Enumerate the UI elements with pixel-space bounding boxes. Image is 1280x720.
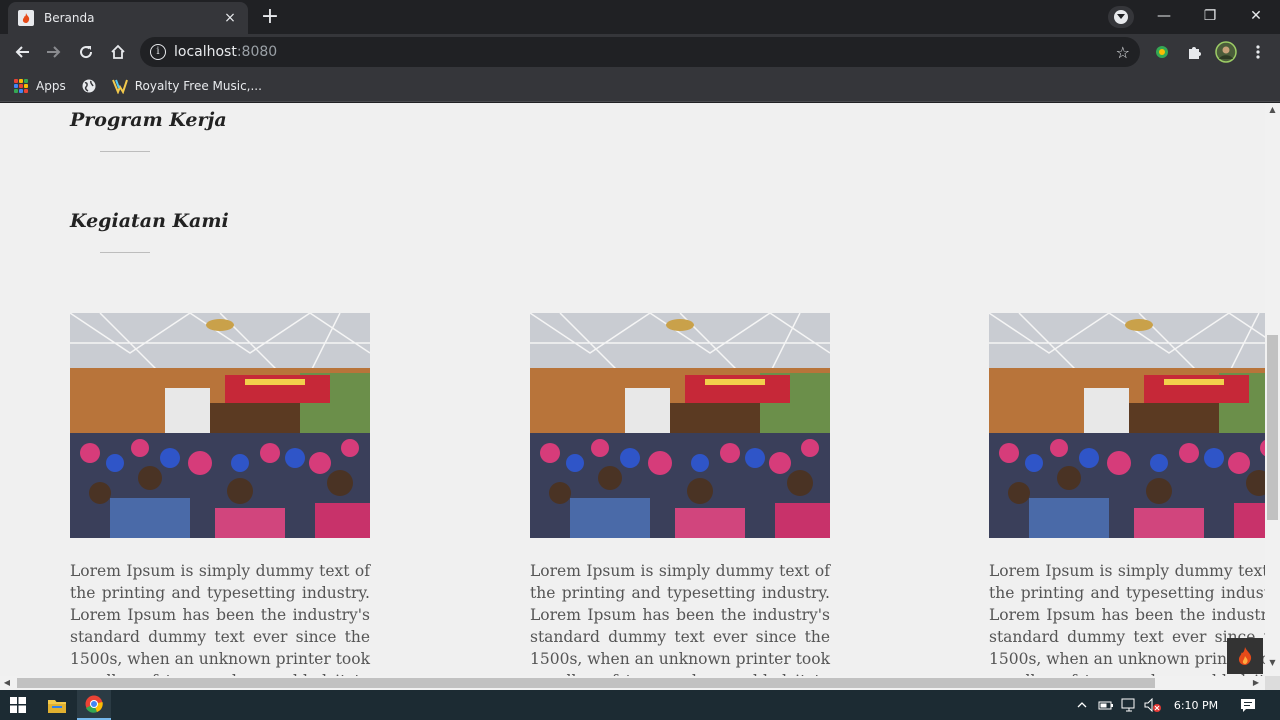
scroll-up-arrow-icon[interactable]: ▲ [1265,103,1280,117]
url-port: :8080 [236,44,278,60]
battery-tray-icon[interactable] [1096,690,1116,720]
bookmarks-bar: Apps Royalty Free Music,... [0,70,1280,102]
action-center-button[interactable] [1234,690,1262,720]
home-button[interactable] [104,39,132,65]
activity-description: Lorem Ipsum is simply dummy text of the … [530,562,830,676]
scroll-right-arrow-icon[interactable]: ▶ [1249,676,1263,690]
avatar [1215,41,1237,63]
tab-search-button[interactable] [1108,6,1134,28]
puzzle-icon [1189,47,1201,59]
bookmark-apps[interactable]: Apps [14,78,66,93]
activity-description: Lorem Ipsum is simply dummy text of the … [989,562,1265,676]
back-button[interactable] [8,39,36,65]
bookmark-label: Apps [36,78,66,93]
section-divider [100,151,150,152]
scroll-left-arrow-icon[interactable]: ◀ [0,676,14,690]
file-explorer-taskbar-button[interactable] [40,690,74,720]
globe-icon [82,79,96,92]
scrollbar-corner [1265,676,1280,690]
site-info-icon[interactable]: i [150,44,166,60]
chrome-taskbar-button[interactable] [77,690,111,720]
chevron-up-icon [1077,702,1087,708]
bookmark-globe[interactable] [82,79,96,93]
volume-muted-icon [1144,698,1161,712]
activity-card: Lorem Ipsum is simply dummy text of the … [70,313,370,676]
tab-title: Beranda [44,11,95,25]
back-to-top-button[interactable] [1227,638,1263,674]
activity-photo[interactable] [530,313,830,538]
section-title-kegiatan-kami: Kegiatan Kami [70,210,229,232]
new-tab-button[interactable]: + [256,4,284,32]
apps-grid-icon [14,78,28,93]
bookmark-label: Royalty Free Music,... [134,78,262,93]
activity-photo[interactable] [989,313,1265,538]
arrow-right-icon [47,46,61,58]
clock[interactable]: 6:10 PM [1168,690,1224,720]
browser-toolbar: i localhost:8080 ☆ [0,34,1280,70]
activity-card: Lorem Ipsum is simply dummy text of the … [989,313,1265,676]
start-button[interactable] [0,690,36,720]
browser-tab-strip: Beranda × + — ❐ ✕ [0,0,1280,34]
bookmark-star-icon[interactable]: ☆ [1116,43,1130,62]
url-host: localhost [174,44,237,60]
site-favicon-icon [18,10,34,26]
arrow-left-icon [15,46,29,58]
reload-icon [80,46,93,59]
vertical-scrollbar-thumb[interactable] [1267,335,1278,520]
horizontal-scrollbar-thumb[interactable] [17,678,1155,688]
chevron-down-icon [1114,10,1128,24]
folder-icon [48,699,66,713]
section-divider [100,252,150,253]
scroll-down-arrow-icon[interactable]: ▼ [1265,656,1280,670]
windows-logo-icon [10,697,26,713]
address-bar[interactable]: i localhost:8080 ☆ [140,37,1140,67]
notification-icon [1241,698,1255,712]
page-viewport: Program Kerja Kegiatan Kami Lorem Ipsum … [0,103,1265,676]
extension-drive-icon [1156,46,1168,58]
kebab-menu-icon [1256,45,1260,59]
browser-menu-button[interactable] [1244,39,1272,65]
battery-icon [1098,701,1113,710]
volume-tray-icon[interactable] [1142,690,1164,720]
vertical-scrollbar[interactable]: ▲ ▼ [1265,103,1280,676]
chrome-icon [85,695,103,713]
activity-card: Lorem Ipsum is simply dummy text of the … [530,313,830,676]
windows-taskbar: 6:10 PM [0,690,1280,720]
flame-icon [1238,647,1252,665]
profile-avatar-button[interactable] [1212,39,1240,65]
activity-photo[interactable] [70,313,370,538]
reload-button[interactable] [72,39,100,65]
home-icon [111,44,125,59]
extensions-menu-button[interactable] [1180,39,1208,65]
forward-button[interactable] [40,39,68,65]
close-window-button[interactable]: ✕ [1233,0,1279,32]
browser-tab[interactable]: Beranda × [8,2,248,34]
activity-description: Lorem Ipsum is simply dummy text of the … [70,562,370,676]
restore-button[interactable]: ❐ [1187,0,1233,32]
section-title-program-kerja: Program Kerja [70,109,227,131]
tab-close-icon[interactable]: × [222,10,238,26]
minimize-button[interactable]: — [1141,0,1187,32]
network-icon [1121,698,1135,712]
royalty-free-music-icon [111,79,128,94]
extension-button[interactable] [1148,39,1176,65]
network-tray-icon[interactable] [1119,690,1139,720]
horizontal-scrollbar[interactable]: ◀ ▶ [0,676,1265,690]
bookmark-royalty-free-music[interactable]: Royalty Free Music,... [111,78,262,94]
show-hidden-icons-button[interactable] [1072,690,1092,720]
